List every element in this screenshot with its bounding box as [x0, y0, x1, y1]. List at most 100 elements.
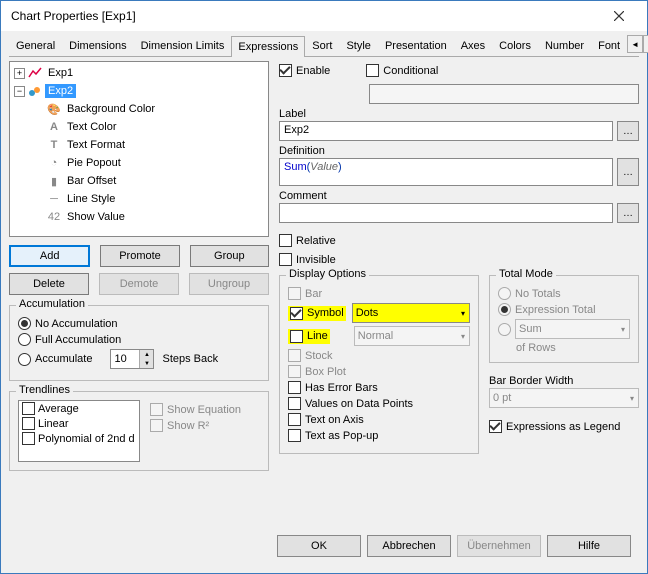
tab-strip: General Dimensions Dimension Limits Expr… — [9, 35, 639, 57]
tree-node-bg-color[interactable]: 🎨Background Color — [12, 100, 266, 118]
check-symbol[interactable]: Symbol — [288, 306, 346, 321]
radio-no-totals: No Totals — [498, 287, 630, 300]
rows-label: of Rows — [498, 342, 630, 354]
trend-poly[interactable]: Polynomial of 2nd d — [19, 431, 139, 446]
check-bar: Bar — [288, 287, 470, 300]
tab-colors[interactable]: Colors — [492, 35, 538, 56]
check-icon — [22, 402, 35, 415]
check-icon — [22, 417, 35, 430]
apply-button: Übernehmen — [457, 535, 541, 557]
tree-node-pie-popout[interactable]: ◔Pie Popout — [12, 154, 266, 172]
chart-icon — [27, 84, 43, 98]
tree-node-text-color[interactable]: AText Color — [12, 118, 266, 136]
tab-presentation[interactable]: Presentation — [378, 35, 454, 56]
check-conditional[interactable]: Conditional — [366, 64, 438, 77]
check-icon — [22, 432, 35, 445]
tree-node-exp1[interactable]: + Exp1 — [12, 64, 266, 82]
check-icon — [288, 287, 301, 300]
trend-linear[interactable]: Linear — [19, 416, 139, 431]
trendlines-group: Trendlines Average Linear Polynomial of … — [9, 391, 269, 471]
check-error-bars[interactable]: Has Error Bars — [288, 381, 470, 394]
definition-edit-button[interactable]: … — [617, 158, 639, 186]
steps-spinner[interactable]: ▲▼ — [110, 349, 154, 369]
symbol-dropdown[interactable]: Dots — [352, 303, 470, 323]
delete-button[interactable]: Delete — [9, 273, 89, 295]
comment-edit-button[interactable]: … — [617, 203, 639, 223]
spin-down[interactable]: ▼ — [139, 359, 153, 368]
bar-border-label: Bar Border Width — [489, 375, 639, 387]
help-button[interactable]: Hilfe — [547, 535, 631, 557]
promote-button[interactable]: Promote — [100, 245, 179, 267]
tab-scroll-right[interactable]: ► — [643, 35, 648, 53]
check-icon — [279, 234, 292, 247]
tree-node-text-format[interactable]: TText Format — [12, 136, 266, 154]
check-enable[interactable]: Enable — [279, 64, 330, 77]
value-icon: 42 — [46, 210, 62, 224]
check-invisible[interactable]: Invisible — [279, 253, 639, 266]
format-icon: T — [46, 138, 62, 152]
label-edit-button[interactable]: … — [617, 121, 639, 141]
tab-font[interactable]: Font — [591, 35, 627, 56]
display-options-group: Display Options Bar Symbol Dots Line Nor… — [279, 275, 479, 454]
check-line[interactable]: Line — [288, 329, 330, 344]
label-label: Label — [279, 108, 639, 120]
tab-general[interactable]: General — [9, 35, 62, 56]
trendlines-list[interactable]: Average Linear Polynomial of 2nd d — [18, 400, 140, 462]
close-button[interactable] — [599, 2, 639, 30]
group-title: Trendlines — [16, 384, 73, 396]
tab-dimension-limits[interactable]: Dimension Limits — [134, 35, 232, 56]
radio-icon — [18, 333, 31, 346]
tab-expressions[interactable]: Expressions — [231, 36, 305, 57]
tree-node-line-style[interactable]: ─Line Style — [12, 190, 266, 208]
definition-input[interactable]: Sum(Value) — [279, 158, 613, 186]
check-values-on-data[interactable]: Values on Data Points — [288, 397, 470, 410]
add-button[interactable]: Add — [9, 245, 90, 267]
bar-border-dropdown: 0 pt — [489, 388, 639, 408]
definition-label: Definition — [279, 145, 639, 157]
expand-icon[interactable]: + — [14, 68, 25, 79]
check-text-popup[interactable]: Text as Pop-up — [288, 429, 470, 442]
accumulation-group: Accumulation No Accumulation Full Accumu… — [9, 305, 269, 381]
label-input[interactable]: Exp2 — [279, 121, 613, 141]
steps-input[interactable] — [111, 350, 139, 368]
palette-icon: 🎨 — [46, 102, 62, 116]
check-text-on-axis[interactable]: Text on Axis — [288, 413, 470, 426]
radio-full-accumulation[interactable]: Full Accumulation — [18, 333, 260, 346]
radio-accumulate[interactable]: Accumulate ▲▼ Steps Back — [18, 349, 260, 369]
ok-button[interactable]: OK — [277, 535, 361, 557]
tab-axes[interactable]: Axes — [454, 35, 492, 56]
line-icon: ─ — [46, 192, 62, 206]
dialog-buttons: OK Abbrechen Übernehmen Hilfe — [9, 527, 639, 565]
check-icon — [290, 307, 303, 320]
check-icon — [279, 253, 292, 266]
tab-sort[interactable]: Sort — [305, 35, 339, 56]
tab-number[interactable]: Number — [538, 35, 591, 56]
check-icon — [150, 403, 163, 416]
cancel-button[interactable]: Abbrechen — [367, 535, 451, 557]
check-relative[interactable]: Relative — [279, 234, 639, 247]
line-dropdown: Normal — [354, 326, 470, 346]
comment-input[interactable] — [279, 203, 613, 223]
tab-scroll-left[interactable]: ◄ — [627, 35, 643, 53]
tree-node-bar-offset[interactable]: ▮Bar Offset — [12, 172, 266, 190]
tree-node-exp2[interactable]: − Exp2 — [12, 82, 266, 100]
collapse-icon[interactable]: − — [14, 86, 25, 97]
check-icon — [290, 330, 303, 343]
check-legend[interactable]: Expressions as Legend — [489, 420, 639, 433]
check-icon — [288, 413, 301, 426]
pie-icon: ◔ — [46, 156, 62, 170]
tree-label: Exp1 — [45, 66, 76, 80]
spin-up[interactable]: ▲ — [139, 350, 153, 359]
ungroup-button: Ungroup — [189, 273, 269, 295]
tab-dimensions[interactable]: Dimensions — [62, 35, 133, 56]
demote-button: Demote — [99, 273, 179, 295]
trend-average[interactable]: Average — [19, 401, 139, 416]
group-title: Display Options — [286, 268, 369, 280]
radio-no-accumulation[interactable]: No Accumulation — [18, 317, 260, 330]
check-box-plot: Box Plot — [288, 365, 470, 378]
expression-tree[interactable]: + Exp1 − Exp2 🎨Background Color AText Co… — [9, 61, 269, 237]
check-icon — [288, 397, 301, 410]
tab-style[interactable]: Style — [339, 35, 377, 56]
group-button[interactable]: Group — [190, 245, 269, 267]
tree-node-show-value[interactable]: 42Show Value — [12, 208, 266, 226]
